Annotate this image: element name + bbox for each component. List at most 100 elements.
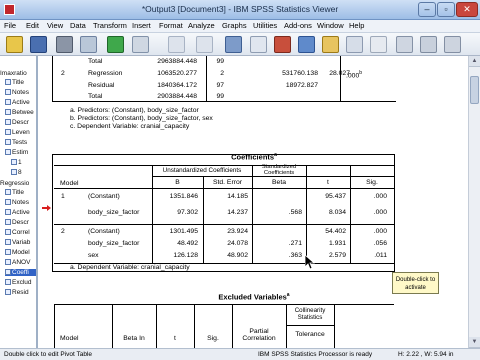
outline-item[interactable]: Descr [5, 119, 29, 126]
outline-item[interactable]: Resid [5, 289, 29, 296]
excluded-header-tolerance: Tolerance [295, 331, 325, 338]
col-header-b: B [175, 179, 180, 186]
menu-insert[interactable]: Insert [132, 21, 151, 30]
outline-item[interactable]: Regressio [0, 180, 29, 187]
outline-item[interactable]: Leven [5, 129, 30, 136]
selection-arrow-icon [42, 205, 51, 211]
output-content: Total 2963884.448 99 2 Regression 106352… [40, 56, 468, 348]
col-header-standardized: Standardized Coefficients [261, 164, 297, 176]
outline-item[interactable]: Exclud [5, 279, 32, 286]
row-se: 14.185 [227, 193, 248, 200]
anova-ss: 2963884.448 [157, 58, 197, 65]
menu-format[interactable]: Format [159, 21, 183, 30]
menu-analyze[interactable]: Analyze [188, 21, 215, 30]
anova-df: 99 [216, 58, 224, 65]
col-header-std-error: Std. Error [212, 179, 243, 186]
value-labels-icon[interactable] [370, 36, 387, 53]
menu-view[interactable]: View [47, 21, 63, 30]
weight-cases-icon[interactable] [346, 36, 363, 53]
menu-data[interactable]: Data [70, 21, 86, 30]
outline-item[interactable]: 1 [11, 159, 22, 166]
outline-item[interactable]: Descr [5, 219, 29, 226]
print-preview-icon[interactable] [80, 36, 97, 53]
row-se: 14.237 [227, 209, 248, 216]
excluded-header-partial: Partial Correlation [242, 328, 276, 342]
outline-item[interactable]: Notes [5, 89, 29, 96]
maximize-button[interactable]: ▫ [437, 2, 455, 17]
col-header-beta: Beta [272, 179, 286, 186]
anova-ms: 18972.827 [285, 82, 318, 89]
menu-file[interactable]: File [4, 21, 16, 30]
select-cases-icon[interactable] [322, 36, 339, 53]
menu-graphs[interactable]: Graphs [222, 21, 247, 30]
outline-item[interactable]: 8 [11, 169, 22, 176]
row-beta: .271 [288, 240, 302, 247]
anova-ms: 531760.138 [282, 70, 318, 77]
outline-item-selected[interactable]: Coeffi [5, 269, 36, 276]
menu-transform[interactable]: Transform [93, 21, 127, 30]
open-folder-icon[interactable] [6, 36, 23, 53]
row-term: (Constant) [88, 228, 120, 235]
menu-utilities[interactable]: Utilities [253, 21, 277, 30]
recall-dialog-icon[interactable] [132, 36, 149, 53]
menu-edit[interactable]: Edit [26, 21, 39, 30]
goto-data-icon[interactable] [225, 36, 242, 53]
row-t: 1.931 [328, 240, 346, 247]
outline-item[interactable]: Correl [5, 229, 30, 236]
close-button[interactable]: ✕ [456, 2, 478, 17]
menu-help[interactable]: Help [349, 21, 364, 30]
anova-row-label: Regression [88, 70, 123, 77]
excluded-header-sig: Sig. [207, 335, 219, 342]
outline-item[interactable]: Model [5, 249, 30, 256]
goto-case-icon[interactable] [250, 36, 267, 53]
row-term: sex [88, 252, 99, 259]
outline-item[interactable]: Estim [5, 149, 28, 156]
outline-item[interactable]: Active [5, 209, 30, 216]
tooltip-line: Double-click to [395, 277, 436, 283]
excluded-header-model: Model [60, 335, 79, 342]
undo-icon[interactable] [168, 36, 185, 53]
export-icon[interactable] [107, 36, 124, 53]
outline-item[interactable]: Title [5, 189, 24, 196]
mouse-pointer-icon [305, 255, 315, 270]
vertical-scrollbar[interactable]: ▲ ▼ [468, 56, 480, 348]
print-icon[interactable] [56, 36, 73, 53]
tooltip-line: activate [405, 285, 426, 291]
scroll-up-icon[interactable]: ▲ [469, 56, 480, 67]
status-processor: IBM SPSS Statistics Processor is ready [258, 351, 373, 358]
activate-tooltip: Double-click to activate [392, 272, 439, 294]
row-beta: .568 [288, 209, 302, 216]
outline-item[interactable]: Imaxratio [0, 70, 27, 77]
anova-df: 97 [216, 82, 224, 89]
outline-item[interactable]: Title [5, 79, 24, 86]
row-se: 48.902 [227, 252, 248, 259]
coefficients-footnote: a. Dependent Variable: cranial_capacity [70, 264, 190, 271]
scroll-thumb[interactable] [470, 76, 479, 104]
row-t: 8.034 [328, 209, 346, 216]
row-t: 95.437 [325, 193, 346, 200]
menu-addons[interactable]: Add-ons [284, 21, 312, 30]
variables-icon[interactable] [274, 36, 291, 53]
scroll-down-icon[interactable]: ▼ [469, 337, 480, 348]
show-all-icon[interactable] [396, 36, 413, 53]
outline-item[interactable]: Variab [5, 239, 30, 246]
row-beta: .363 [288, 252, 302, 259]
menu-window[interactable]: Window [317, 21, 344, 30]
status-bar: Double click to edit Pivot Table IBM SPS… [0, 348, 480, 360]
outline-item[interactable]: Betwee [5, 109, 34, 116]
row-sig: .000 [373, 228, 387, 235]
anova-row-label: Residual [88, 82, 115, 89]
row-sig: .011 [374, 252, 387, 259]
outline-item[interactable]: ANOV [5, 259, 30, 266]
minimize-button[interactable]: – [418, 2, 436, 17]
save-icon[interactable] [30, 36, 47, 53]
outline-item[interactable]: Active [5, 99, 30, 106]
anova-footnote: b. Predictors: (Constant), body_size_fac… [70, 115, 213, 122]
designate-window-icon[interactable] [420, 36, 437, 53]
outline-item[interactable]: Tests [5, 139, 27, 146]
collapse-icon[interactable] [444, 36, 461, 53]
split-file-icon[interactable] [298, 36, 315, 53]
redo-icon[interactable] [196, 36, 213, 53]
outline-item[interactable]: Notes [5, 199, 29, 206]
row-b: 1301.495 [169, 228, 198, 235]
